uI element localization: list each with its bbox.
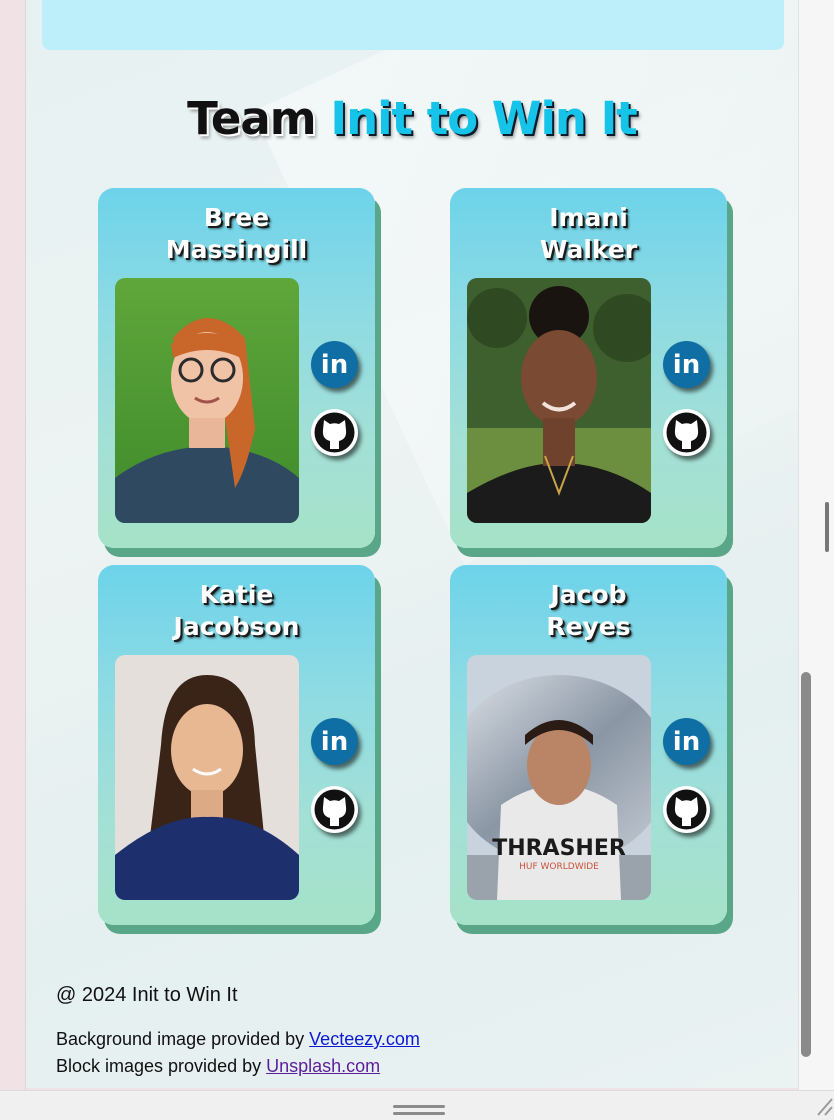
member-name: Jacob Reyes xyxy=(450,579,727,643)
member-name: Bree Massingill xyxy=(98,202,375,266)
page-content: Team Init to Win It Bree Massingill in I… xyxy=(26,0,798,1088)
github-button[interactable] xyxy=(311,786,358,833)
resize-corner-icon[interactable] xyxy=(814,1095,834,1117)
member-first-name: Katie xyxy=(199,580,274,609)
linkedin-icon: in xyxy=(320,726,349,757)
linkedin-button[interactable]: in xyxy=(663,341,710,388)
member-first-name: Jacob xyxy=(550,580,627,609)
top-content-block xyxy=(42,0,784,50)
drag-handle-line[interactable] xyxy=(393,1105,445,1108)
footer-copyright: @ 2024 Init to Win It xyxy=(56,984,238,1006)
member-photo xyxy=(115,655,299,900)
member-first-name: Imani xyxy=(549,203,628,232)
member-last-name: Walker xyxy=(539,235,638,264)
side-resize-handle[interactable] xyxy=(825,502,829,552)
footer-bg-credit-text: Background image provided by xyxy=(56,1029,305,1049)
footer-block-credit-text: Block images provided by xyxy=(56,1056,262,1076)
linkedin-icon: in xyxy=(320,349,349,380)
footer-block-credit: Block images provided by Unsplash.com xyxy=(56,1056,380,1077)
team-title-prefix: Team xyxy=(187,92,316,145)
github-icon xyxy=(314,789,355,830)
member-last-name: Massingill xyxy=(165,235,308,264)
bottom-bar xyxy=(0,1090,834,1120)
vecteezy-link[interactable]: Vecteezy.com xyxy=(309,1029,420,1049)
github-button[interactable] xyxy=(663,786,710,833)
unsplash-link[interactable]: Unsplash.com xyxy=(266,1056,380,1076)
left-window-edge xyxy=(0,0,26,1090)
team-card-bree: Bree Massingill in xyxy=(98,188,375,548)
linkedin-button[interactable]: in xyxy=(663,718,710,765)
linkedin-button[interactable]: in xyxy=(311,718,358,765)
team-card-jacob: Jacob Reyes THRASHER HUF WORLDWIDE in xyxy=(450,565,727,925)
member-first-name: Bree xyxy=(203,203,270,232)
github-icon xyxy=(314,412,355,453)
scrollbar-thumb[interactable] xyxy=(801,672,811,1057)
shirt-text: THRASHER xyxy=(492,836,626,861)
linkedin-icon: in xyxy=(672,349,701,380)
github-icon xyxy=(666,412,707,453)
github-button[interactable] xyxy=(311,409,358,456)
linkedin-icon: in xyxy=(672,726,701,757)
github-icon xyxy=(666,789,707,830)
github-button[interactable] xyxy=(663,409,710,456)
member-last-name: Reyes xyxy=(546,612,631,641)
member-photo: THRASHER HUF WORLDWIDE xyxy=(467,655,651,900)
member-last-name: Jacobson xyxy=(173,612,300,641)
team-title-accent: Init to Win It xyxy=(330,92,637,145)
drag-handle-line[interactable] xyxy=(393,1112,445,1115)
member-photo xyxy=(467,278,651,523)
member-name: Katie Jacobson xyxy=(98,579,375,643)
linkedin-button[interactable]: in xyxy=(311,341,358,388)
shirt-subtext: HUF WORLDWIDE xyxy=(519,862,599,872)
footer-bg-credit: Background image provided by Vecteezy.co… xyxy=(56,1029,420,1050)
team-card-katie: Katie Jacobson in xyxy=(98,565,375,925)
team-title: Team Init to Win It xyxy=(26,92,798,145)
member-name: Imani Walker xyxy=(450,202,727,266)
team-card-imani: Imani Walker in xyxy=(450,188,727,548)
member-photo xyxy=(115,278,299,523)
